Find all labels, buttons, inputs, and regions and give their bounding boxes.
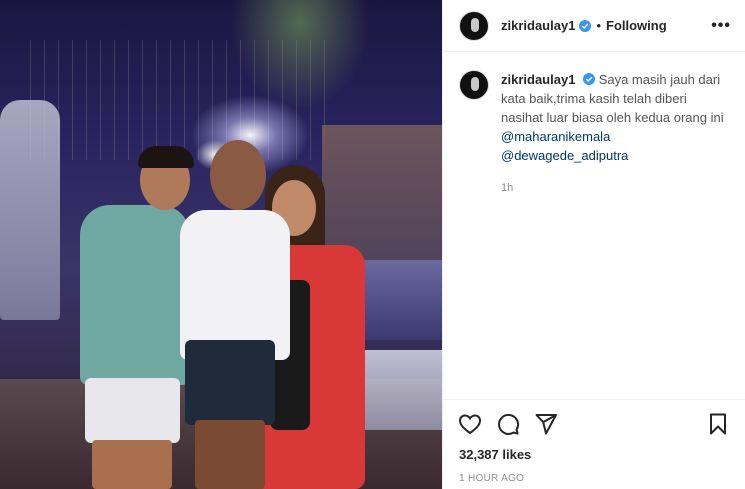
heart-icon	[458, 413, 482, 434]
bookmark-icon	[710, 413, 726, 434]
following-button[interactable]: Following	[606, 18, 667, 33]
post-sidebar: zikridaulay1 • Following ••• zikridaulay…	[442, 0, 745, 489]
save-button[interactable]	[705, 411, 731, 437]
caption-avatar[interactable]	[459, 70, 489, 100]
likes-count[interactable]: 32,387 likes	[443, 447, 745, 469]
post-photo[interactable]	[0, 0, 442, 489]
share-icon	[535, 413, 557, 434]
avatar[interactable]	[459, 10, 489, 41]
person-center-head	[210, 140, 266, 210]
comment-icon	[498, 413, 520, 435]
person-center-shirt	[180, 210, 290, 360]
like-button[interactable]	[457, 411, 483, 437]
caption-username[interactable]: zikridaulay1	[501, 72, 575, 87]
person-left-shirt	[80, 205, 190, 385]
separator-dot: •	[596, 18, 601, 33]
caption-timestamp: 1h	[501, 182, 514, 194]
caption-section: zikridaulay1 Saya masih jauh dari kata b…	[443, 52, 745, 399]
palm-tree	[230, 0, 370, 110]
verified-icon	[579, 19, 592, 32]
post-header: zikridaulay1 • Following •••	[443, 0, 745, 52]
background-building	[322, 125, 442, 265]
instagram-post: zikridaulay1 • Following ••• zikridaulay…	[0, 0, 745, 489]
caption-body: zikridaulay1 Saya masih jauh dari kata b…	[501, 70, 731, 399]
mention-link[interactable]: @dewagede_adiputra	[501, 148, 628, 163]
header-username[interactable]: zikridaulay1	[501, 18, 575, 33]
post-date: 1 HOUR AGO	[459, 473, 525, 484]
mention-link[interactable]: @maharanikemala	[501, 129, 610, 144]
more-options-button[interactable]: •••	[711, 17, 731, 35]
patio-umbrella	[0, 100, 60, 320]
comment-button[interactable]	[495, 411, 521, 437]
share-button[interactable]	[533, 411, 559, 437]
verified-icon	[583, 73, 596, 85]
action-bar	[443, 399, 745, 447]
